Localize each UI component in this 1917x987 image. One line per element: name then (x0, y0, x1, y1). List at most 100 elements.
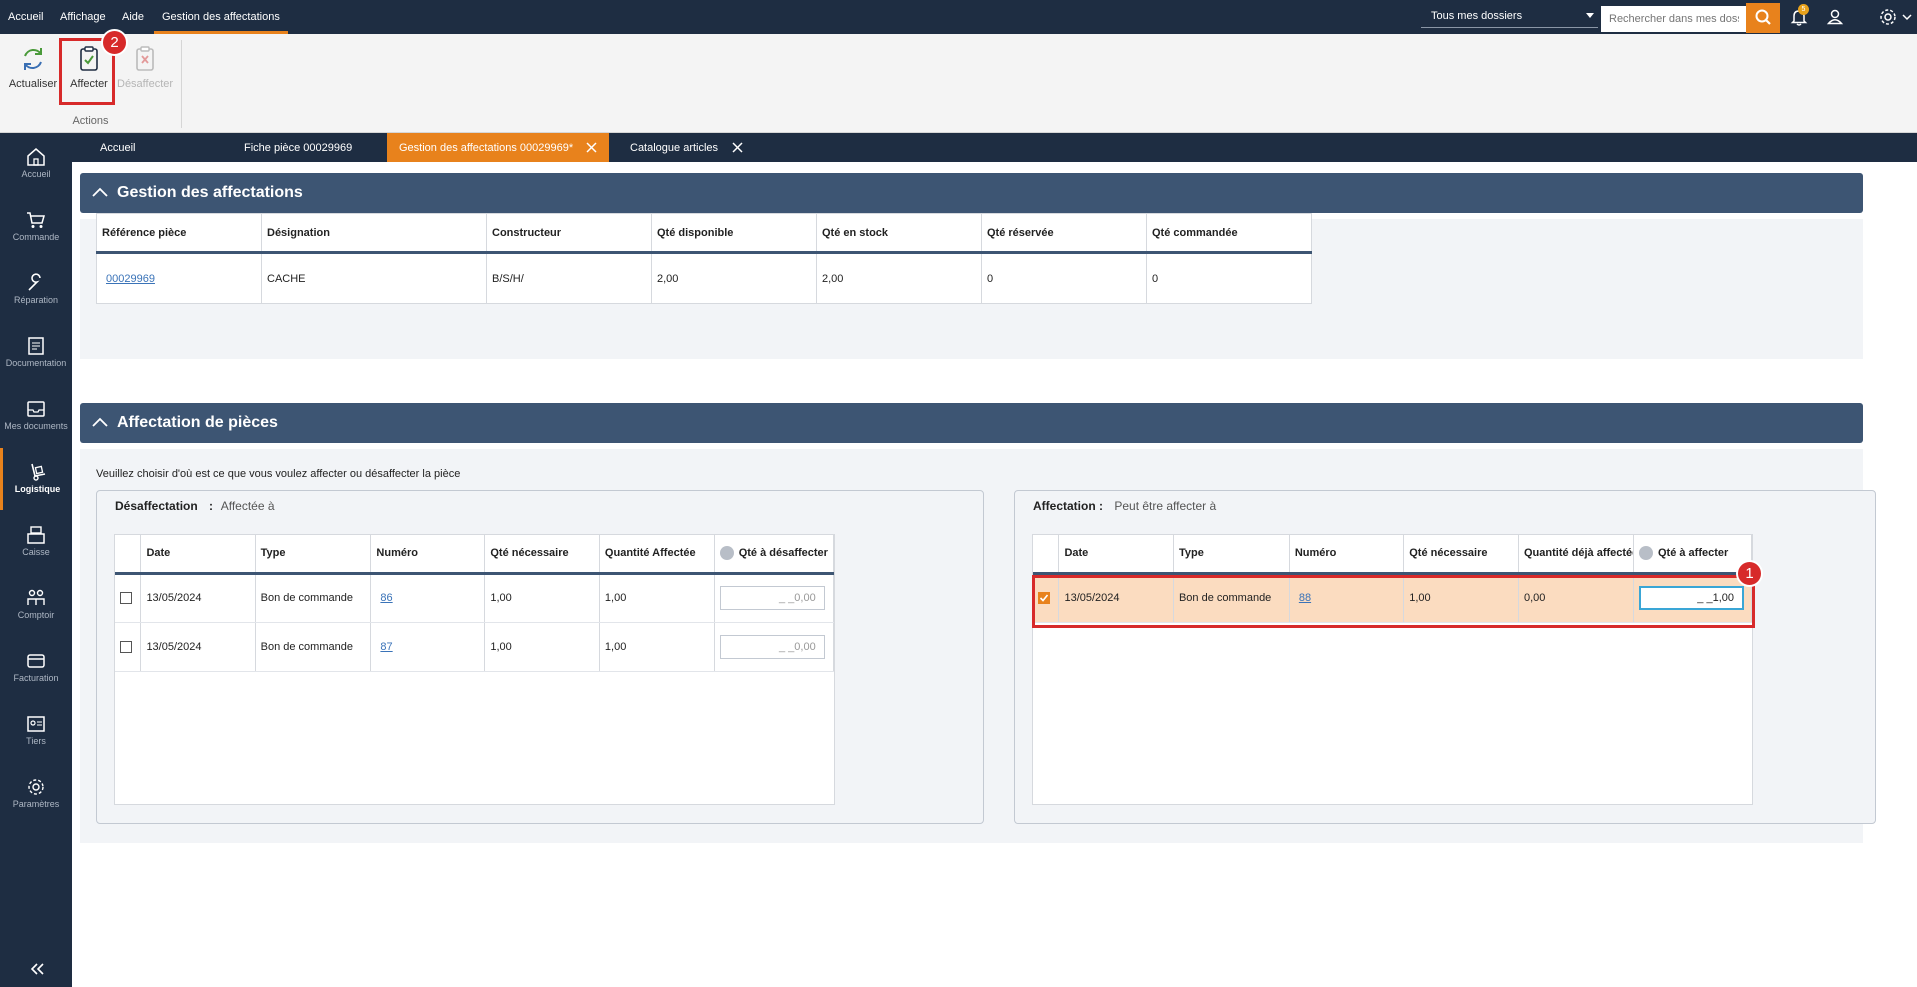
close-icon[interactable] (732, 142, 743, 153)
settings-dropdown[interactable] (1900, 6, 1914, 28)
menu-accueil[interactable]: Accueil (8, 0, 43, 34)
intro-text: Veuillez choisir d'où est ce que vous vo… (96, 468, 461, 480)
search-input[interactable] (1601, 6, 1747, 32)
checkbox-cell[interactable] (115, 573, 142, 623)
affectation-panel: Affectation : Peut être affecter à Date … (1014, 490, 1876, 824)
tab-catalogue-articles[interactable]: Catalogue articles (630, 133, 743, 162)
wrench-icon (28, 273, 41, 291)
home-icon (27, 148, 45, 166)
tab-label: Gestion des affectations 00029969* (399, 142, 574, 154)
sidebar-item-comptoir[interactable]: Comptoir (0, 574, 72, 636)
table-cell: 0 (981, 252, 1147, 304)
dossier-select[interactable]: Tous mes dossiers (1421, 4, 1598, 28)
tab-label: Fiche pièce 00029969 (244, 142, 353, 154)
table-row: 00029969 CACHE B/S/H/ 2,00 2,00 0 0 (96, 252, 1312, 304)
table-cell: Bon de commande (255, 573, 372, 623)
select-column-header (115, 535, 142, 575)
reference-link[interactable]: 00029969 (106, 273, 155, 285)
menu-affichage[interactable]: Affichage (60, 0, 106, 34)
sidebar-collapse-button[interactable] (28, 961, 46, 980)
section-title: Affectation de pièces (117, 414, 278, 431)
sidebar-label: Commande (12, 232, 60, 242)
sidebar-label: Caisse (22, 547, 50, 557)
desaffectation-panel: Désaffectation : Affectée à Date Type Nu… (96, 490, 984, 824)
section-header-gestion[interactable]: Gestion des affectations (80, 173, 1863, 213)
menu-gestion-des-affectations[interactable]: Gestion des affectations (154, 0, 288, 34)
column-header: Qté nécessaire (1403, 535, 1519, 575)
column-header: Qté disponible (651, 213, 817, 254)
tab-gestion-des-affectations[interactable]: Gestion des affectations 00029969* (387, 133, 609, 162)
chevron-up-icon (92, 187, 108, 197)
credit-card-icon (27, 654, 45, 668)
table-row[interactable]: 13/05/2024 Bon de commande 86 1,00 1,00 (115, 573, 835, 623)
tab-bar: Accueil Fiche pièce 00029969 Gestion des… (72, 133, 1917, 162)
sidebar-item-logistique[interactable]: Logistique (0, 448, 72, 510)
table-cell: Bon de commande (255, 622, 372, 672)
table-row[interactable]: 13/05/2024 Bon de commande 87 1,00 1,00 (115, 622, 835, 672)
tab-accueil[interactable]: Accueil (100, 133, 160, 162)
actualiser-button[interactable]: Actualiser (5, 44, 61, 106)
qty-cell (714, 573, 835, 623)
qty-desaffecter-input[interactable] (719, 634, 825, 659)
inbox-icon (27, 401, 45, 417)
column-header: Numéro (1289, 535, 1405, 575)
table-cell: CACHE (261, 252, 487, 304)
column-header: Qté réservée (981, 213, 1147, 254)
numero-cell[interactable]: 86 (370, 573, 486, 623)
column-header: Désignation (261, 213, 487, 254)
sidebar-item-facturation[interactable]: Facturation (0, 637, 72, 699)
row-checkbox[interactable] (120, 640, 132, 653)
numero-link[interactable]: 86 (380, 592, 392, 604)
dossier-select-value: Tous mes dossiers (1431, 10, 1523, 22)
sidebar-label: Facturation (13, 673, 59, 683)
column-header: Date (140, 535, 256, 575)
chevron-up-icon (92, 417, 108, 427)
sidebar-item-documentation[interactable]: Documentation (0, 322, 72, 384)
numero-link[interactable]: 87 (380, 641, 392, 653)
piece-info-table: Référence pièce Désignation Constructeur… (96, 213, 1312, 304)
table-cell: 13/05/2024 (140, 573, 256, 623)
column-header-label: Qté à affecter (1657, 547, 1729, 560)
notifications-button[interactable]: 5 (1788, 4, 1810, 28)
sidebar-label: Réparation (13, 295, 59, 305)
panel-title-colon: : (209, 499, 214, 513)
settings-button[interactable] (1877, 6, 1899, 28)
checkbox-cell[interactable] (115, 622, 142, 672)
hand-truck-icon (30, 463, 45, 481)
select-column-header (1033, 535, 1060, 575)
close-icon[interactable] (586, 142, 597, 153)
sidebar: Accueil Commande Réparation Documentatio… (0, 133, 72, 987)
qty-desaffecter-input[interactable] (719, 586, 825, 610)
table-cell: 13/05/2024 (140, 622, 256, 672)
ribbon-group-actions-label: Actions (72, 115, 109, 127)
document-icon (28, 337, 44, 355)
reference-cell[interactable]: 00029969 (96, 252, 262, 304)
section-title: Gestion des affectations (117, 184, 303, 201)
chevron-down-icon (1586, 13, 1594, 18)
menu-aide[interactable]: Aide (122, 0, 144, 34)
sidebar-item-commande[interactable]: Commande (0, 196, 72, 258)
main-content: Gestion des affectations Référence pièce… (72, 162, 1917, 987)
sidebar-item-tiers[interactable]: Tiers (0, 700, 72, 762)
sidebar-item-accueil[interactable]: Accueil (0, 133, 72, 195)
panel-subtitle: Peut être affecter à (1114, 499, 1217, 513)
section-header-affectation[interactable]: Affectation de pièces (80, 403, 1863, 443)
sidebar-label: Paramètres (12, 799, 60, 809)
table-header-row: Référence pièce Désignation Constructeur… (96, 213, 1312, 254)
sidebar-item-caisse[interactable]: Caisse (0, 511, 72, 573)
qty-cell (714, 622, 835, 672)
search-button[interactable] (1746, 3, 1780, 33)
ribbon: Actualiser Affecter Désaffecter Actions (0, 34, 1917, 133)
row-checkbox[interactable] (120, 592, 132, 605)
user-button[interactable] (1824, 6, 1846, 28)
sidebar-item-reparation[interactable]: Réparation (0, 259, 72, 321)
id-card-icon (27, 716, 45, 732)
numero-cell[interactable]: 87 (370, 622, 486, 672)
ribbon-separator (181, 40, 182, 128)
desaffecter-button[interactable]: Désaffecter (117, 44, 173, 106)
sidebar-label: Logistique (14, 484, 61, 494)
tab-label: Accueil (100, 142, 136, 154)
sidebar-item-parametres[interactable]: Paramètres (0, 763, 72, 825)
sidebar-item-mes-documents[interactable]: Mes documents (0, 385, 72, 447)
top-menu-bar: Accueil Affichage Aide Gestion des affec… (0, 0, 1917, 34)
